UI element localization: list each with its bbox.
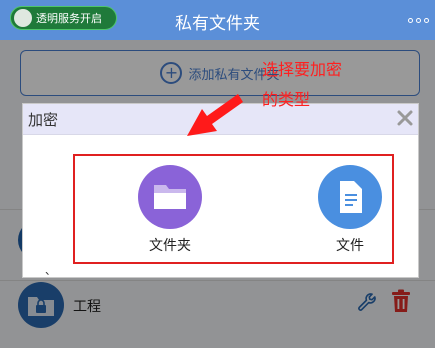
page-title: 私有文件夹 (175, 14, 260, 34)
encrypt-folder-option[interactable]: 文件夹 (125, 165, 215, 261)
dialog-title: 加密 (28, 111, 59, 129)
option-label: 文件 (336, 238, 364, 254)
annotation-line: 选择要加密 (262, 60, 343, 79)
encrypt-file-option[interactable]: 文件 (305, 165, 395, 261)
more-options-icon[interactable] (408, 18, 429, 23)
annotation-text: 选择要加密 的类型 (262, 55, 372, 115)
document-icon (318, 165, 382, 229)
close-icon[interactable] (395, 108, 415, 128)
stray-mark: 、 (45, 264, 56, 277)
annotation-line: 的类型 (262, 90, 311, 109)
folder-icon (138, 165, 202, 229)
encrypt-type-options: 文件夹 文件 (73, 154, 394, 264)
annotation-arrow-icon (183, 90, 245, 146)
option-label: 文件夹 (149, 238, 191, 254)
